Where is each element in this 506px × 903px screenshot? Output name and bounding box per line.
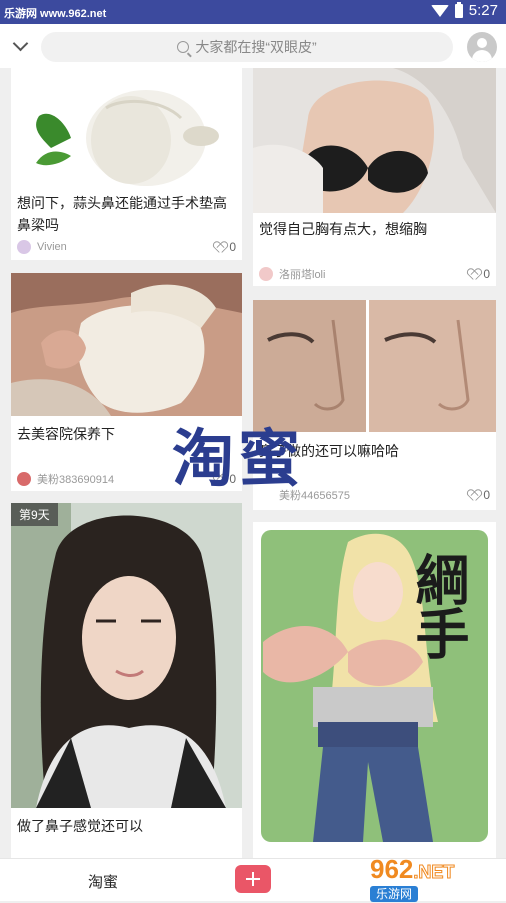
post-meta: Vivien 0 — [17, 238, 236, 256]
post-meta: 洛丽塔loli 0 — [259, 265, 490, 283]
post-card[interactable]: 觉得自己胸有点大，想缩胸 洛丽塔loli 0 — [253, 68, 496, 286]
day-badge: 第9天 — [11, 503, 58, 526]
wifi-icon — [430, 4, 449, 17]
heart-icon — [214, 242, 226, 253]
like-button[interactable]: 0 — [468, 267, 490, 281]
post-card[interactable]: 綱手 — [253, 522, 496, 858]
art-text: 綱手 — [406, 552, 470, 660]
site-logo: 962 .NET 乐游网 — [370, 854, 500, 902]
like-count: 0 — [483, 267, 490, 281]
username: Vivien — [37, 241, 67, 253]
status-bar: 乐游网 www.962.net 5:27 — [0, 0, 506, 24]
search-icon — [177, 41, 190, 53]
username: 洛丽塔loli — [279, 269, 326, 281]
battery-icon — [454, 1, 463, 18]
clock: 5:27 — [468, 2, 498, 19]
post-title: 想问下，蒜头鼻还能通过手术垫高鼻梁吗 — [17, 195, 227, 233]
username: 美粉44656575 — [279, 490, 350, 502]
chevron-down-icon[interactable] — [12, 35, 29, 52]
tab-taomi[interactable]: 淘蜜 — [88, 871, 118, 892]
post-title: 觉得自己胸有点大，想缩胸 — [259, 221, 427, 237]
user-avatar — [17, 472, 31, 486]
user-avatar — [259, 267, 273, 281]
avatar[interactable] — [467, 32, 497, 62]
post-image — [11, 68, 242, 186]
like-button[interactable]: 0 — [214, 240, 236, 254]
search-placeholder: 大家都在搜“双眼皮” — [195, 39, 317, 55]
like-count: 0 — [483, 488, 490, 502]
logo-number: 962 — [370, 854, 414, 884]
search-input[interactable]: 大家都在搜“双眼皮” — [41, 32, 453, 62]
post-card[interactable]: 想问下，蒜头鼻还能通过手术垫高鼻梁吗 Vivien 0 — [11, 68, 242, 260]
heart-icon — [468, 490, 480, 501]
post-image — [11, 273, 242, 416]
post-card[interactable]: 第9天 做了鼻子感觉还可以 — [11, 503, 242, 858]
user-avatar — [17, 240, 31, 254]
top-bar: 大家都在搜“双眼皮” — [0, 24, 506, 68]
watermark-overlay: 淘蜜 — [172, 422, 305, 495]
post-image — [11, 503, 242, 808]
add-post-button[interactable] — [235, 865, 271, 893]
logo-tld: .NET — [413, 862, 455, 883]
heart-icon — [468, 269, 480, 280]
post-title: 做了鼻子感觉还可以 — [17, 818, 143, 834]
watermark-text: 乐游网 www.962.net — [4, 8, 107, 20]
like-count: 0 — [229, 240, 236, 254]
like-button[interactable]: 0 — [468, 488, 490, 502]
post-image — [253, 68, 496, 213]
